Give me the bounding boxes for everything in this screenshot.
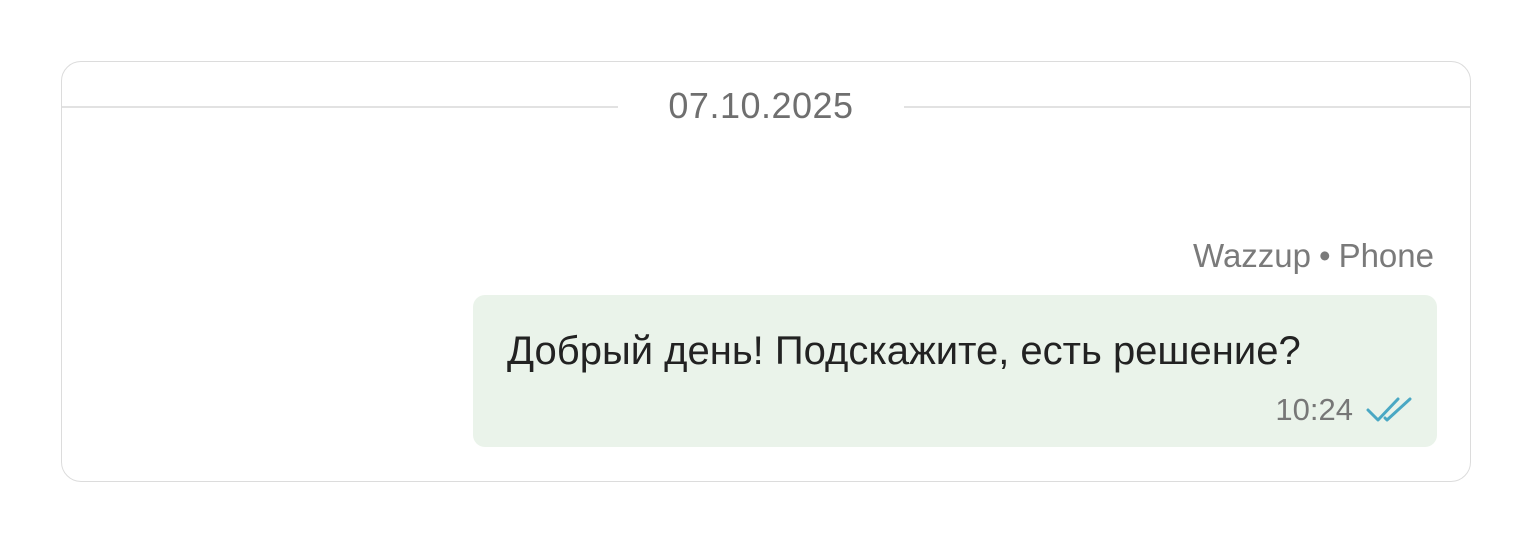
sender-name: Wazzup xyxy=(1193,237,1311,274)
date-divider-right xyxy=(904,106,1470,108)
sender-separator: • xyxy=(1319,237,1331,274)
sender-channel: Phone xyxy=(1338,237,1434,274)
chat-card: 07.10.2025 Wazzup • Phone Добрый день! Под… xyxy=(61,61,1471,482)
date-separator: 07.10.2025 xyxy=(62,84,1470,128)
double-check-icon xyxy=(1365,395,1415,425)
message-sender-info: Wazzup • Phone xyxy=(1193,237,1434,275)
message-time: 10:24 xyxy=(1275,392,1353,427)
message-meta: 10:24 xyxy=(1275,392,1415,428)
date-label: 07.10.2025 xyxy=(668,85,854,126)
date-divider-left xyxy=(62,106,618,108)
message-bubble[interactable]: Добрый день! Подскажите, есть решение? 1… xyxy=(473,295,1437,447)
message-text: Добрый день! Подскажите, есть решение? xyxy=(507,329,1301,373)
